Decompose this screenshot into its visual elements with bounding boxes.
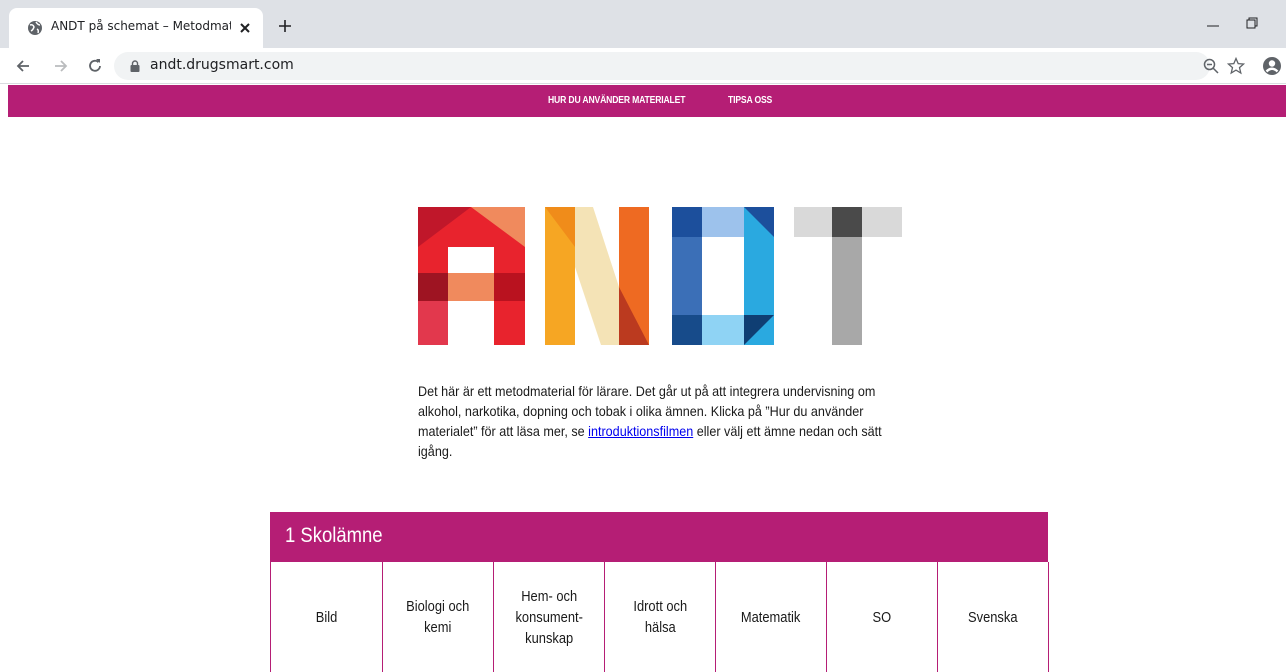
subject-label: Svenska xyxy=(968,608,1018,626)
intro-text: Det här är ett metodmaterial för lärare.… xyxy=(418,381,900,461)
logo-letter-d xyxy=(672,207,774,345)
subject-label: SO xyxy=(872,608,892,626)
subject-matematik[interactable]: Matematik xyxy=(716,562,827,672)
subjects-header: 1 Skolämne xyxy=(270,512,1048,562)
back-arrow-icon[interactable] xyxy=(14,57,32,75)
browser-tab-strip: ANDT på schemat – Metodmater xyxy=(0,0,1286,48)
logo-letter-n xyxy=(545,207,649,345)
forward-arrow-icon[interactable] xyxy=(52,57,70,75)
subject-biologi-och-kemi[interactable]: Biologi och kemi xyxy=(383,562,494,672)
logo-letter-t xyxy=(794,207,902,345)
browser-tab[interactable]: ANDT på schemat – Metodmater xyxy=(9,8,263,48)
browser-toolbar: andt.drugsmart.com xyxy=(0,48,1286,84)
subject-label: Idrott och hälsa xyxy=(633,598,687,636)
intro-film-link[interactable]: introduktionsfilmen xyxy=(588,423,693,439)
zoom-out-icon[interactable] xyxy=(1202,57,1220,75)
logo-letter-a xyxy=(418,207,525,345)
url-text[interactable]: andt.drugsmart.com xyxy=(150,57,294,73)
reload-icon[interactable] xyxy=(86,57,104,75)
subject-label: Matematik xyxy=(741,608,801,626)
globe-icon xyxy=(28,21,42,35)
subject-idrott-och-halsa[interactable]: Idrott och hälsa xyxy=(605,562,716,672)
new-tab-plus-icon[interactable] xyxy=(277,18,293,34)
subject-bild[interactable]: Bild xyxy=(271,562,383,672)
lock-icon xyxy=(130,60,140,72)
subject-list: Bild Biologi och kemi Hem- och konsument… xyxy=(270,562,1049,672)
subject-svenska[interactable]: Svenska xyxy=(938,562,1049,672)
address-bar[interactable]: andt.drugsmart.com xyxy=(114,52,1210,80)
nav-link-how-to-use[interactable]: HUR DU ANVÄNDER MATERIALET xyxy=(548,94,685,106)
profile-avatar-icon[interactable] xyxy=(1262,56,1282,76)
bookmark-star-icon[interactable] xyxy=(1227,57,1245,75)
subject-label: Biologi och kemi xyxy=(406,598,470,636)
restore-window-icon[interactable] xyxy=(1244,15,1260,31)
subjects-title: 1 Skolämne xyxy=(285,524,383,547)
tab-title: ANDT på schemat – Metodmater xyxy=(51,19,231,33)
subjects-panel: 1 Skolämne Bild Biologi och kemi Hem- oc… xyxy=(270,512,1049,672)
subject-so[interactable]: SO xyxy=(827,562,938,672)
subject-hem-och-konsumentkunskap[interactable]: Hem- och konsument- kunskap xyxy=(494,562,605,672)
close-icon[interactable] xyxy=(237,20,253,36)
andt-logo xyxy=(418,207,902,345)
nav-link-tips[interactable]: TIPSA OSS xyxy=(728,94,772,106)
subject-label: Bild xyxy=(315,608,338,626)
site-nav-bar: HUR DU ANVÄNDER MATERIALET TIPSA OSS xyxy=(8,85,1286,117)
minimize-icon[interactable] xyxy=(1205,20,1221,32)
subject-label: Hem- och konsument- kunskap xyxy=(515,587,583,647)
